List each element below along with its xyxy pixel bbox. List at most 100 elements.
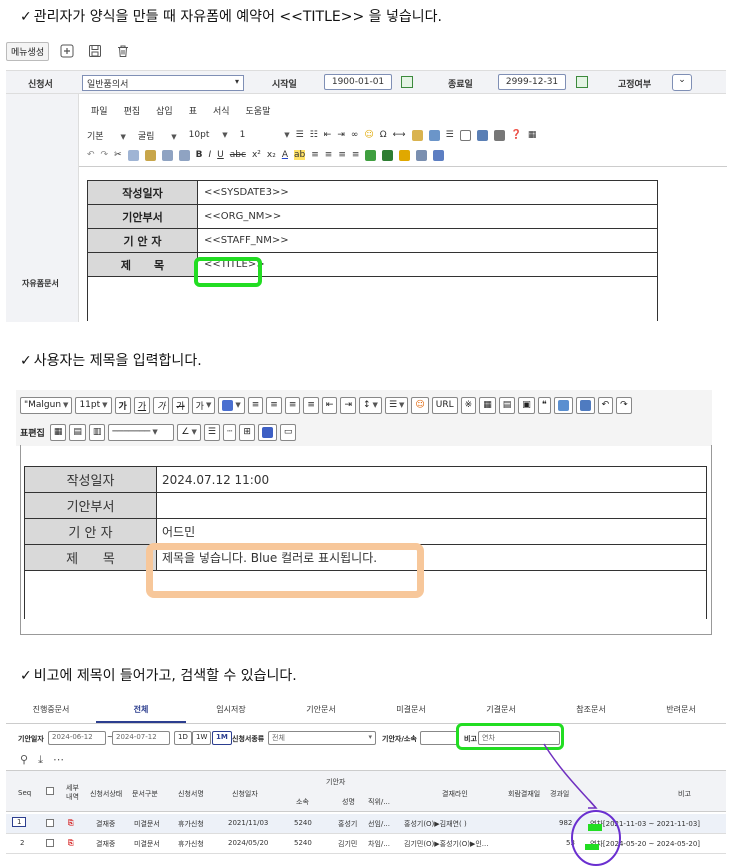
col-detail[interactable]: 세부 내역 (66, 784, 79, 802)
table-cell-icon[interactable]: ▦ (49, 423, 67, 441)
italic-icon[interactable]: 가 (153, 396, 170, 414)
line-height-icon[interactable]: ↕ ▼ (359, 396, 382, 414)
superscript-icon[interactable]: x² (252, 150, 261, 160)
save-doc-icon[interactable] (476, 129, 488, 141)
search-icon[interactable]: ⚲ (20, 753, 28, 767)
style-select[interactable]: 기본 ▼ (87, 129, 126, 142)
download-icon[interactable]: ⤓ (38, 753, 43, 767)
table-row[interactable]: 2 ⎘ 결재중 미결문서 휴가신청 2024/05/20 5240 김기민 차임… (6, 834, 726, 854)
calendar-icon[interactable] (401, 76, 413, 88)
border-style-select[interactable]: ─────── ▼ (108, 423, 175, 441)
emoji-icon[interactable]: ☺ (364, 130, 373, 140)
font-color-icon[interactable]: 가 ▼ (191, 396, 216, 414)
checkbox[interactable] (46, 839, 54, 847)
table-value[interactable]: 어드민 (156, 518, 707, 545)
tab-rejected[interactable]: 반려문서 (636, 700, 726, 723)
row-check[interactable] (46, 819, 54, 829)
bg-color-icon[interactable]: ▼ (218, 396, 245, 414)
indent-icon[interactable]: ⇥ (337, 130, 345, 140)
paste-word-icon[interactable] (161, 149, 173, 161)
col-approver[interactable]: 결재라인 (442, 789, 468, 799)
col-coop[interactable]: 회람결재일 (508, 789, 540, 799)
bookmark-icon[interactable] (382, 149, 394, 161)
image-icon[interactable] (553, 396, 573, 414)
col-position[interactable]: 직위/... (368, 797, 390, 807)
copy-icon[interactable] (127, 149, 139, 161)
col-check[interactable] (46, 787, 54, 797)
number-list-icon[interactable]: ☷ (310, 130, 318, 140)
col-doctype[interactable]: 문서구분 (132, 789, 158, 799)
request-select[interactable]: 일반품의서 ▾ (82, 75, 244, 91)
range-1m-button[interactable]: 1M (212, 731, 232, 745)
omega-icon[interactable]: Ω (380, 130, 387, 140)
checkbox[interactable] (46, 787, 54, 795)
table-value[interactable]: <<SYSDATE3>> (197, 180, 658, 205)
table-value[interactable]: <<TITLE>> (197, 252, 658, 277)
justify-icon[interactable]: ≡ (303, 396, 319, 414)
table-icon[interactable]: ▦ (479, 396, 496, 414)
redo-icon[interactable]: ↷ (616, 396, 632, 414)
menu-create-button[interactable]: 메뉴생성 (6, 41, 50, 61)
size-select[interactable]: 11pt ▼ (75, 396, 112, 414)
tab-completed[interactable]: 기결문서 (456, 700, 546, 723)
drafter-input[interactable] (420, 731, 458, 745)
find-icon[interactable] (416, 149, 428, 161)
menu-table[interactable]: 표 (189, 104, 197, 117)
outdent-icon[interactable]: ⇤ (324, 130, 332, 140)
align-right-icon[interactable]: ≡ (284, 396, 301, 414)
table-split-icon[interactable]: ▥ (88, 423, 106, 441)
font-select[interactable]: 굴림 ▼ (138, 129, 177, 142)
print-icon[interactable] (493, 129, 505, 141)
template-icon[interactable] (365, 149, 377, 161)
newdoc-icon[interactable] (459, 129, 471, 141)
table-insert-icon[interactable] (433, 149, 445, 161)
cell-clear-icon[interactable]: ▭ (279, 423, 297, 441)
tab-pending[interactable]: 미결문서 (366, 700, 456, 723)
tab-drafted[interactable]: 기안문서 (276, 700, 366, 723)
border-all-icon[interactable]: ⊞ (239, 423, 255, 441)
col-status[interactable]: 신청서상태 (90, 789, 122, 799)
size-select[interactable]: 10pt ▼ (189, 130, 228, 140)
col-reqdate[interactable]: 신청일자 (232, 789, 258, 799)
table-body-area[interactable] (87, 276, 658, 321)
help-icon[interactable]: ❓ (511, 130, 522, 140)
emoji-icon[interactable]: ☺ (411, 396, 429, 414)
undo-icon[interactable]: ↶ (87, 150, 95, 160)
more-icon[interactable]: ⋯ (53, 753, 64, 767)
link-icon[interactable]: ∞ (351, 130, 359, 140)
media-icon[interactable] (575, 396, 595, 414)
table-merge-icon[interactable]: ▤ (69, 423, 86, 441)
align-icon[interactable]: ☰ (446, 130, 454, 140)
cut-icon[interactable]: ✂ (114, 150, 122, 160)
align-center-icon[interactable]: ≡ (266, 396, 282, 414)
fixed-select[interactable]: ⌄ (672, 74, 692, 91)
underline-icon[interactable]: 가 (133, 396, 151, 414)
end-date-input[interactable]: 2999-12-31 (498, 74, 566, 90)
italic-icon[interactable]: I (209, 150, 212, 160)
indent-icon[interactable]: ⇥ (340, 396, 356, 414)
preview-icon[interactable]: ▣ (518, 396, 535, 414)
tab-in-progress[interactable]: 진행중문서 (6, 700, 96, 723)
undo-icon[interactable]: ↶ (597, 396, 614, 414)
special-char-icon[interactable]: ※ (460, 396, 477, 414)
border-dash-icon[interactable]: ┄ (222, 423, 237, 441)
tab-all[interactable]: 전체 (96, 700, 186, 723)
cell-fill-icon[interactable] (257, 423, 277, 441)
save-icon[interactable] (85, 41, 105, 61)
col-name[interactable]: 성명 (342, 797, 355, 807)
media-icon[interactable] (428, 129, 440, 141)
line-height-select[interactable]: 1 ▼ (240, 130, 290, 140)
table-row[interactable]: 1 ⎘ 결재중 미결문서 휴가신청 2021/11/03 5240 홍성기 선임… (6, 814, 726, 834)
url-button[interactable]: URL (431, 396, 458, 414)
checkbox[interactable] (46, 819, 54, 827)
image-icon[interactable] (411, 129, 423, 141)
tab-reference[interactable]: 참조문서 (546, 700, 636, 723)
quote-icon[interactable]: ❝ (537, 396, 551, 414)
pdf-icon[interactable]: ⎘ (68, 819, 74, 828)
folder-icon[interactable] (399, 149, 411, 161)
strike-icon[interactable]: 가 (172, 396, 189, 414)
highlight-icon[interactable]: ab (294, 150, 306, 160)
bold-icon[interactable]: B (196, 150, 203, 160)
table-value[interactable] (156, 492, 707, 519)
range-1d-button[interactable]: 1D (174, 731, 192, 745)
